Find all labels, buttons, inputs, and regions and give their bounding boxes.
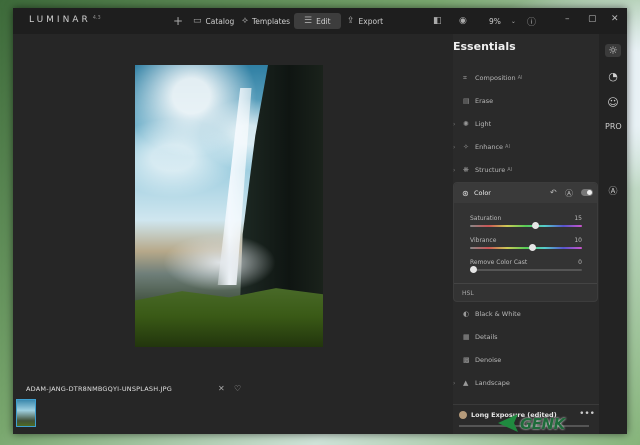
details-icon: ▦	[463, 333, 470, 341]
hsl-section[interactable]: HSL	[462, 290, 474, 297]
add-button[interactable]: +	[173, 13, 183, 29]
edit-panel: Essentials ⌗ Composition AI ▤ Erase › ✺ Li…	[453, 34, 599, 434]
reject-icon[interactable]: ✕	[218, 384, 225, 393]
tool-enhance[interactable]: › ✧ Enhance AI	[453, 136, 599, 158]
tool-light[interactable]: › ✺ Light	[453, 113, 599, 135]
templates-icon: ⟡	[242, 16, 248, 26]
more-options-icon[interactable]: •••	[579, 409, 595, 419]
top-toolbar: LUMINAR 4.3 + ▭ Catalog ⟡ Templates ☰ Edit ⇪…	[13, 8, 627, 34]
color-tool-panel: ⊛ Color ↶ Ⓐ Saturation 15 Vibrance 10 Re…	[453, 182, 598, 302]
sun-icon: ✺	[463, 120, 469, 128]
edit-button[interactable]: ☰ Edit	[294, 13, 341, 29]
tool-erase[interactable]: ▤ Erase	[453, 90, 599, 112]
chevron-down-icon: ⌄	[510, 17, 516, 25]
essentials-sun-icon[interactable]: ☼	[605, 44, 621, 57]
landscape-icon: ▲	[463, 379, 469, 387]
ai-icon[interactable]: Ⓐ	[565, 188, 573, 199]
toggle-switch[interactable]	[581, 189, 593, 196]
tool-denoise[interactable]: ▩ Denoise	[453, 349, 599, 371]
info-icon[interactable]: ⓘ	[527, 13, 536, 29]
crop-icon: ⌗	[463, 73, 467, 82]
heart-icon[interactable]: ♡	[234, 384, 241, 393]
eye-icon[interactable]: ◉	[459, 13, 467, 29]
panel-title: Essentials	[453, 40, 516, 53]
templates-button[interactable]: ⟡ Templates	[242, 13, 290, 29]
chevron-right-icon: ›	[453, 143, 456, 151]
undo-icon[interactable]: ↶	[550, 188, 557, 197]
export-icon: ⇪	[347, 16, 355, 26]
black-white-icon: ◐	[463, 310, 470, 318]
luminar-window: LUMINAR 4.3 + ▭ Catalog ⟡ Templates ☰ Edit ⇪…	[13, 8, 627, 434]
tool-landscape[interactable]: › ▲ Landscape	[453, 372, 599, 394]
photo-preview[interactable]	[135, 65, 323, 347]
app-logo: LUMINAR 4.3	[29, 15, 101, 25]
pro-icon[interactable]: PRO	[605, 122, 622, 131]
watermark: GENK	[520, 415, 565, 433]
tool-composition[interactable]: ⌗ Composition AI	[453, 67, 599, 89]
photo-filename: ADAM-JANG-DTR8NMBGQYI-UNSPLASH.JPG	[26, 385, 172, 393]
maximize-icon[interactable]: ▢	[588, 14, 597, 24]
close-icon[interactable]: ✕	[611, 14, 619, 24]
export-button[interactable]: ⇪ Export	[347, 13, 383, 29]
tool-details[interactable]: ▦ Details	[453, 326, 599, 348]
tool-category-strip: ☼ ◔ ☺ PRO Ⓐ	[599, 34, 627, 434]
tool-structure[interactable]: › ❋ Structure AI	[453, 159, 599, 181]
catalog-icon: ▭	[193, 16, 202, 26]
look-avatar	[459, 411, 467, 419]
creative-palette-icon[interactable]: ◔	[605, 70, 621, 83]
eraser-icon: ▤	[463, 97, 470, 105]
compare-icon[interactable]: ◧	[433, 13, 442, 29]
minimize-icon[interactable]: –	[565, 14, 570, 24]
color-wheel-icon: ⊛	[462, 188, 469, 198]
zoom-dropdown[interactable]: 9% ⌄	[489, 13, 516, 29]
structure-icon: ❋	[463, 166, 469, 174]
enhance-icon: ✧	[463, 143, 469, 151]
denoise-icon: ▩	[463, 356, 470, 364]
filmstrip-thumbnail[interactable]	[16, 399, 36, 427]
color-tool-header[interactable]: ⊛ Color ↶ Ⓐ	[454, 183, 597, 203]
image-canvas[interactable]: ADAM-JANG-DTR8NMBGQYI-UNSPLASH.JPG ✕ ♡	[13, 34, 453, 434]
chevron-right-icon: ›	[453, 166, 456, 174]
chevron-right-icon: ›	[453, 120, 456, 128]
catalog-button[interactable]: ▭ Catalog	[193, 13, 234, 29]
portrait-face-icon[interactable]: ☺	[605, 96, 621, 109]
sliders-icon: ☰	[304, 16, 313, 26]
tool-black-white[interactable]: ◐ Black & White	[453, 303, 599, 325]
chevron-right-icon: ›	[453, 379, 456, 387]
ai-tools-icon[interactable]: Ⓐ	[605, 184, 621, 197]
